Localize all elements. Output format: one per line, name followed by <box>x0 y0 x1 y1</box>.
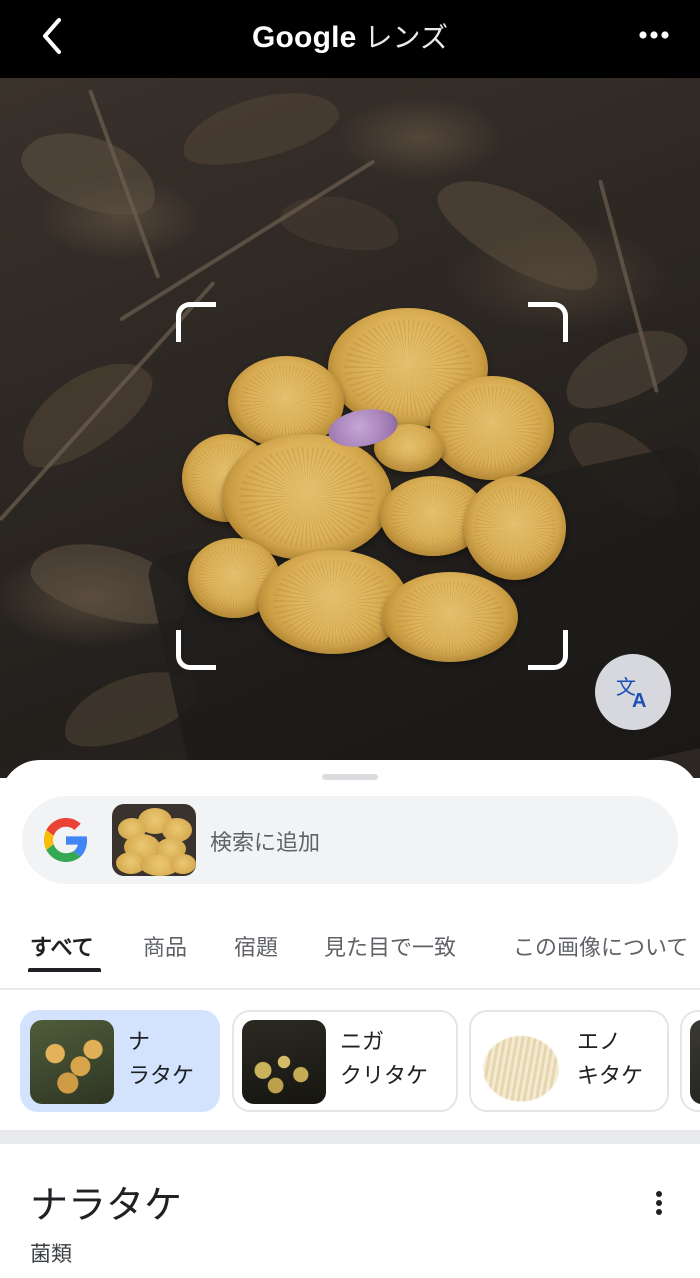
mushroom-cap <box>228 356 344 448</box>
chip-label-line: ラタケ <box>128 1064 195 1089</box>
chip-label-line: エノ <box>577 1030 622 1055</box>
chip-label: ナ ラタケ <box>128 1026 194 1094</box>
add-to-search-bar[interactable]: 検索に追加 <box>22 796 678 884</box>
crop-handle-top-left[interactable] <box>176 302 216 342</box>
chip-label: ニガ クリタケ <box>340 1026 428 1094</box>
tab-about-image[interactable]: この画像について <box>513 930 688 962</box>
chip-enokitake[interactable]: エノ キタケ <box>469 1010 669 1112</box>
app-title: Google レンズ <box>0 16 700 56</box>
result-more-button[interactable] <box>644 1188 674 1218</box>
results-sheet: 検索に追加 すべて 商品 宿題 見た目で一致 この画像について ナ ラタケ ニガ… <box>0 760 700 1278</box>
result-title: ナラタケ <box>30 1183 183 1227</box>
chip-nigakuritake[interactable]: ニガ クリタケ <box>232 1010 458 1112</box>
add-to-search-placeholder: 検索に追加 <box>210 831 321 856</box>
svg-text:A: A <box>632 690 646 712</box>
result-tabs: すべて 商品 宿題 見た目で一致 この画像について <box>0 926 700 990</box>
tab-homework[interactable]: 宿題 <box>234 930 278 962</box>
top-bar: Google レンズ <box>0 0 700 78</box>
active-tab-indicator <box>28 968 101 972</box>
query-thumbnail[interactable] <box>112 804 196 876</box>
mushroom-cluster <box>178 304 566 666</box>
crop-handle-top-right[interactable] <box>528 302 568 342</box>
tab-products[interactable]: 商品 <box>143 930 187 962</box>
chip-label-line: クリタケ <box>340 1064 429 1089</box>
translate-button[interactable]: 文 A <box>595 654 671 730</box>
chip-naratake[interactable]: ナ ラタケ <box>20 1010 220 1112</box>
translate-icon: 文 A <box>616 675 646 712</box>
mushroom-cap <box>382 572 518 662</box>
mushroom-cap <box>430 376 554 480</box>
mushroom-cap <box>464 476 566 580</box>
brand-name: Google <box>252 21 357 54</box>
crop-handle-bottom-right[interactable] <box>528 630 568 670</box>
tab-visual-matches[interactable]: 見た目で一致 <box>324 930 456 962</box>
crop-handle-bottom-left[interactable] <box>176 630 216 670</box>
more-options-button[interactable] <box>632 20 676 50</box>
section-divider <box>0 1130 700 1144</box>
chip-label-line: キタケ <box>577 1064 644 1089</box>
chip-image <box>479 1020 563 1104</box>
result-subtitle: 菌類 <box>30 1242 72 1266</box>
chip-image <box>690 1020 700 1104</box>
chip-label-line: ニガ <box>340 1030 385 1055</box>
tab-all[interactable]: すべて <box>30 930 94 962</box>
captured-photo[interactable]: 文 A <box>0 78 700 778</box>
thumb-cap <box>170 854 196 874</box>
sheet-drag-handle[interactable] <box>322 774 378 780</box>
app-name: レンズ <box>364 21 448 54</box>
chip-next-partial[interactable] <box>680 1010 700 1112</box>
chip-image <box>30 1020 114 1104</box>
chip-label-line: ナ <box>128 1030 151 1055</box>
more-vertical-icon <box>656 1191 662 1215</box>
more-horizontal-icon <box>639 31 669 39</box>
chip-image <box>242 1020 326 1104</box>
chip-label: エノ キタケ <box>577 1026 643 1094</box>
entity-chips: ナ ラタケ ニガ クリタケ エノ キタケ <box>0 1010 700 1112</box>
google-g-icon <box>44 818 88 862</box>
